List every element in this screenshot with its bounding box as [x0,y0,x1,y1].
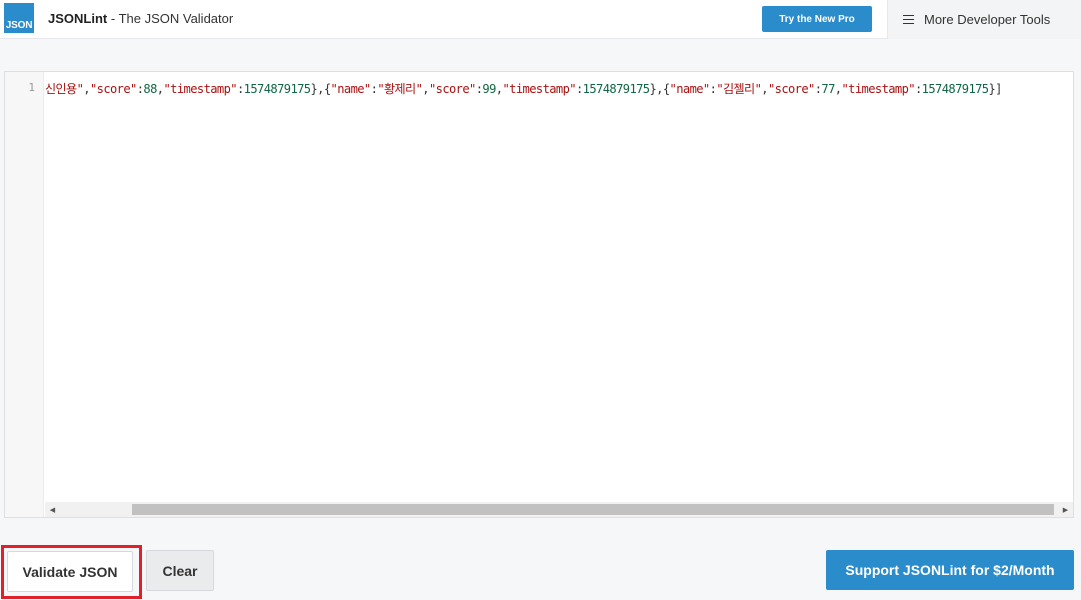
jsonlint-logo[interactable]: JSON [4,3,34,33]
more-tools-label: More Developer Tools [924,12,1051,27]
code-token: 신인용" [45,82,84,96]
code-token: 1574879175 [243,82,311,96]
code-line: 신인용","score":88,"timestamp":1574879175},… [45,80,1002,97]
code-input-area[interactable]: 신인용","score":88,"timestamp":1574879175},… [45,72,1073,502]
code-token: },{ [310,82,331,96]
code-token: , [422,82,429,96]
code-token: "name" [669,82,711,96]
code-token: 1574879175 [582,82,650,96]
code-token: , [83,82,90,96]
hamburger-menu-icon [903,15,914,24]
code-token: "name" [330,82,372,96]
code-token: }] [988,82,1002,96]
code-token: : [914,82,922,96]
more-developer-tools-menu[interactable]: More Developer Tools [887,0,1081,39]
code-token: 1574879175 [921,82,989,96]
code-token: "score" [767,82,815,96]
code-token: 77 [821,82,835,96]
top-header: JSON JSONLint - The JSON Validator Try t… [0,0,1081,39]
code-token: : [236,82,244,96]
code-token: : [575,82,583,96]
code-token: },{ [649,82,670,96]
clear-button[interactable]: Clear [146,550,214,591]
support-jsonlint-button[interactable]: Support JSONLint for $2/Month [826,550,1074,590]
brand-title: JSONLint - The JSON Validator [48,11,233,26]
brand-name: JSONLint [48,11,108,26]
horizontal-scrollbar[interactable]: ◀ ▶ [45,502,1073,517]
validate-json-button[interactable]: Validate JSON [7,551,133,592]
scroll-left-arrow-icon[interactable]: ◀ [45,502,60,517]
brand-separator: - [107,11,119,26]
code-token: "timestamp" [502,82,576,96]
code-token: "score" [428,82,476,96]
code-token: "score" [89,82,137,96]
scrollbar-thumb[interactable] [132,504,1054,515]
line-number: 1 [28,81,35,94]
json-editor[interactable]: 1 신인용","score":88,"timestamp":1574879175… [4,71,1074,518]
code-token: 99 [482,82,496,96]
code-token: "timestamp" [163,82,237,96]
code-token: "김젤리" [716,82,762,96]
code-token: "timestamp" [841,82,915,96]
try-pro-button[interactable]: Try the New Pro [762,6,872,32]
scroll-right-arrow-icon[interactable]: ▶ [1058,502,1073,517]
code-token: , [761,82,768,96]
code-token: 88 [143,82,157,96]
brand-tagline: The JSON Validator [118,11,234,26]
line-number-gutter: 1 [5,72,44,517]
jsonlint-app: JSON JSONLint - The JSON Validator Try t… [0,0,1081,600]
code-token: "황제리" [377,82,423,96]
